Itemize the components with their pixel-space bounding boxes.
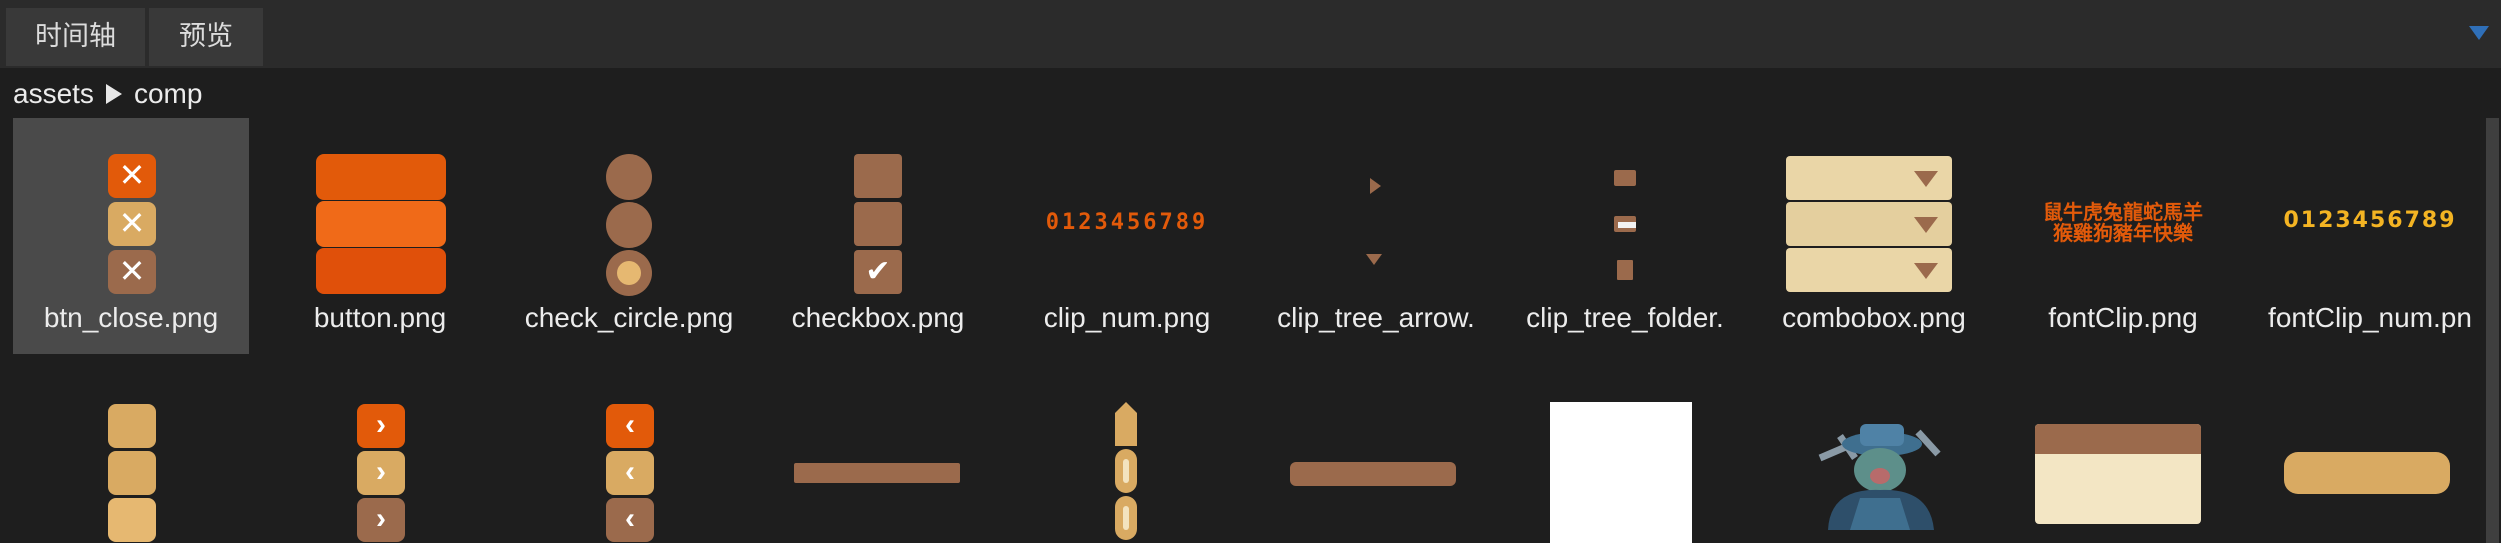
asset-item-checkbox[interactable]: ✔ checkbox.png <box>760 118 996 354</box>
asset-name: fontClip_num.pn <box>2268 302 2472 333</box>
asset-name: clip_tree_arrow. <box>1277 302 1475 333</box>
combobox-thumbnail <box>1786 156 1952 292</box>
asset-item-clip-num[interactable]: 0123456789 clip_num.png <box>1009 118 1245 354</box>
asset-item-check-circle[interactable]: check_circle.png <box>511 118 747 354</box>
asset-item-row2-3[interactable]: ‹ ‹ ‹ <box>511 392 747 543</box>
asset-item-fontclip[interactable]: 鼠牛虎兔龍蛇馬羊 猴雞狗豬年快樂 fontClip.png <box>2005 118 2241 354</box>
asset-item-row2-4[interactable] <box>760 392 996 543</box>
asset-item-row2-1[interactable] <box>13 392 249 543</box>
character-thumbnail <box>1800 418 1950 530</box>
asset-item-row2-5[interactable] <box>1009 392 1245 543</box>
asset-item-row2-8[interactable] <box>1756 392 1992 543</box>
asset-name: button.png <box>313 302 447 333</box>
asset-item-clip-tree-folder[interactable]: clip_tree_folder. <box>1507 118 1743 354</box>
progress-bar-thumbnail <box>794 463 960 483</box>
asset-item-row2-6[interactable] <box>1258 392 1494 543</box>
asset-item-clip-tree-arrow[interactable]: clip_tree_arrow. <box>1258 118 1494 354</box>
tab-preview[interactable]: 预览 <box>149 8 263 66</box>
tab-menu-arrow-icon[interactable] <box>2469 26 2489 40</box>
clip-num-thumbnail: 0123456789 <box>1045 210 1209 235</box>
breadcrumb-current[interactable]: comp <box>134 78 202 110</box>
asset-item-row2-10[interactable] <box>2254 392 2486 543</box>
asset-item-btn-close[interactable]: ✕ ✕ ✕ btn_close.png <box>13 118 249 354</box>
btn-close-thumbnail: ✕ ✕ ✕ <box>108 154 156 294</box>
next-buttons-thumbnail: › › › <box>357 404 405 543</box>
panel-thumbnail <box>2035 424 2201 524</box>
tan-buttons-thumbnail <box>108 404 156 543</box>
checkbox-thumbnail: ✔ <box>854 154 902 294</box>
breadcrumb: assets comp <box>13 76 202 112</box>
asset-item-row2-9[interactable] <box>2005 392 2241 543</box>
asset-name: combobox.png <box>1782 302 1966 333</box>
fontclip-chars-row2: 猴雞狗豬年快樂 <box>2053 221 2193 245</box>
fontclip-num-thumbnail: 0123456789 <box>2283 208 2457 233</box>
white-image-thumbnail <box>1550 402 1692 543</box>
asset-name: check_circle.png <box>524 302 734 333</box>
asset-name: checkbox.png <box>791 302 965 333</box>
asset-name: btn_close.png <box>43 302 219 333</box>
asset-item-row2-2[interactable]: › › › <box>262 392 498 543</box>
prev-buttons-thumbnail: ‹ ‹ ‹ <box>606 404 654 543</box>
clip-tree-arrow-thumbnail <box>1366 178 1386 268</box>
breadcrumb-root[interactable]: assets <box>13 78 94 110</box>
asset-name: fontClip.png <box>2048 302 2198 333</box>
scroll-bar-thumbnail <box>1290 462 1456 486</box>
breadcrumb-separator-icon <box>105 84 122 104</box>
asset-name: clip_tree_folder. <box>1526 302 1724 333</box>
asset-name: clip_num.png <box>1043 302 1211 333</box>
tab-timeline[interactable]: 时间轴 <box>6 8 145 66</box>
tab-bar: 时间轴 预览 <box>0 0 2501 68</box>
fontclip-thumbnail: 鼠牛虎兔龍蛇馬羊 猴雞狗豬年快樂 <box>2035 202 2211 244</box>
vertical-scrollbar[interactable] <box>2486 118 2499 543</box>
fontclip-chars-row1: 鼠牛虎兔龍蛇馬羊 <box>2043 200 2203 224</box>
asset-item-combobox[interactable]: combobox.png <box>1756 118 1992 354</box>
asset-item-button[interactable]: button.png <box>262 118 498 354</box>
slider-thumbnail <box>1113 402 1139 543</box>
asset-item-row2-7[interactable] <box>1507 392 1743 543</box>
check-circle-thumbnail <box>606 154 654 296</box>
button-thumbnail <box>316 154 446 294</box>
asset-item-fontclip-num[interactable]: 0123456789 fontClip_num.pn <box>2254 118 2486 354</box>
clip-tree-folder-thumbnail <box>1612 170 1638 280</box>
pill-button-thumbnail <box>2284 452 2450 494</box>
